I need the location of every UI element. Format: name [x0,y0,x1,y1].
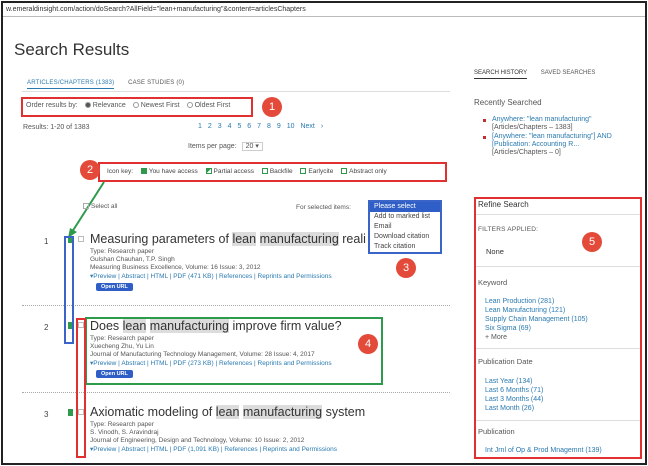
select-all[interactable]: Select all [83,203,117,210]
result-divider [22,305,450,306]
recent-search-item[interactable]: Anywhere: "lean manufacturing" [Articles… [483,116,648,132]
annotation-badge-4: 4 [358,334,378,354]
result-links[interactable]: ▾Preview | Abstract | HTML | PDF (1,091 … [90,445,337,453]
annotation-box-4 [85,317,383,385]
result-type: Type: Research paper [90,421,154,428]
result-title[interactable]: Axiomatic modeling of lean manufacturing… [90,405,365,419]
keyword-filter[interactable]: Lean Manufacturing (121) [485,306,588,315]
recent-search-link[interactable]: [Anywhere: "lean manufacturing"] AND [Pu… [492,133,648,149]
more-keywords-link[interactable]: + More [485,333,588,342]
keyword-filter[interactable]: Supply Chain Management (105) [485,315,588,324]
refine-divider [476,348,640,349]
result-number: 1 [44,237,49,246]
filters-applied-value: None [486,247,504,256]
result-divider [22,392,450,393]
date-filter[interactable]: Last 3 Months (44) [485,395,543,404]
date-filter[interactable]: Last 6 Months (71) [485,386,543,395]
recent-search-item[interactable]: [Anywhere: "lean manufacturing"] AND [Pu… [483,133,648,157]
title-text: Measuring parameters of [90,232,233,246]
result-checkbox[interactable] [78,236,84,242]
result-number: 3 [44,410,49,419]
title-highlight: manufacturing [242,405,323,419]
title-highlight: lean [232,232,257,246]
refine-divider [476,214,640,215]
select-all-checkbox[interactable] [83,203,89,210]
recently-searched-heading: Recently Searched [474,98,542,107]
result-type: Type: Research paper [90,248,154,255]
publication-date-heading: Publication Date [478,357,533,366]
result-item: 1 Measuring parameters of lean manufactu… [40,230,450,300]
keyword-filter[interactable]: Lean Production (281) [485,297,588,306]
title-text: system [322,405,366,419]
publication-heading: Publication [478,427,515,436]
recent-search-count: [Articles/Chapters – 0] [492,149,561,156]
for-selected-label: For selected items: [296,204,351,211]
title-text: Axiomatic modeling of [90,405,216,419]
refine-divider [476,420,640,421]
recent-search-link[interactable]: Anywhere: "lean manufacturing" [492,116,648,124]
result-links[interactable]: ▾Preview | Abstract | HTML | PDF (471 KB… [90,272,332,280]
refine-divider [476,266,640,267]
open-url-button[interactable]: Open URL [96,283,133,291]
recent-searches: Anywhere: "lean manufacturing" [Articles… [483,116,648,158]
keyword-heading: Keyword [478,278,508,287]
keyword-filter[interactable]: Six Sigma (69) [485,324,588,333]
result-title[interactable]: Measuring parameters of lean manufacturi… [90,232,366,246]
filters-applied-label: FILTERS APPLIED: [478,226,539,233]
sidebar-tabs: SEARCH HISTORY SAVED SEARCHES [474,70,596,79]
tab-saved-searches[interactable]: SAVED SEARCHES [541,70,596,76]
annotation-badge-5: 5 [582,232,602,252]
title-text: reali [338,232,366,246]
result-authors: Gulshan Chauhan, T.P. Singh [90,256,175,263]
select-all-label: Select all [91,203,118,210]
keyword-filters: Lean Production (281) Lean Manufacturing… [485,297,588,342]
dropdown-option[interactable]: Add to marked list [370,212,440,222]
publication-filters: Int Jrnl of Op & Prod Mnagemnt (139) [485,446,602,455]
title-highlight: manufacturing [259,232,339,246]
refine-search-heading: Refine Search [478,200,529,209]
result-item: 3 Axiomatic modeling of lean manufacturi… [40,404,450,466]
date-filters: Last Year (134) Last 6 Months (71) Last … [485,377,543,413]
result-source: Measuring Business Excellence, Volume: 1… [90,264,261,271]
result-source: Journal of Engineering, Design and Techn… [90,437,305,444]
date-filter[interactable]: Last Year (134) [485,377,543,386]
tab-search-history[interactable]: SEARCH HISTORY [474,70,528,79]
title-highlight: lean [215,405,240,419]
annotation-checkbox-column [76,318,86,458]
result-number: 2 [44,323,49,332]
annotation-access-column [64,236,74,344]
publication-filter[interactable]: Int Jrnl of Op & Prod Mnagemnt (139) [485,446,602,455]
dropdown-option[interactable]: Please select [370,202,440,212]
full-access-icon [68,409,73,416]
recent-search-count: [Articles/Chapters – 1383] [492,124,573,131]
result-authors: S. Vinodh, S. Aravindraj [90,429,159,436]
date-filter[interactable]: Last Month (26) [485,404,543,413]
